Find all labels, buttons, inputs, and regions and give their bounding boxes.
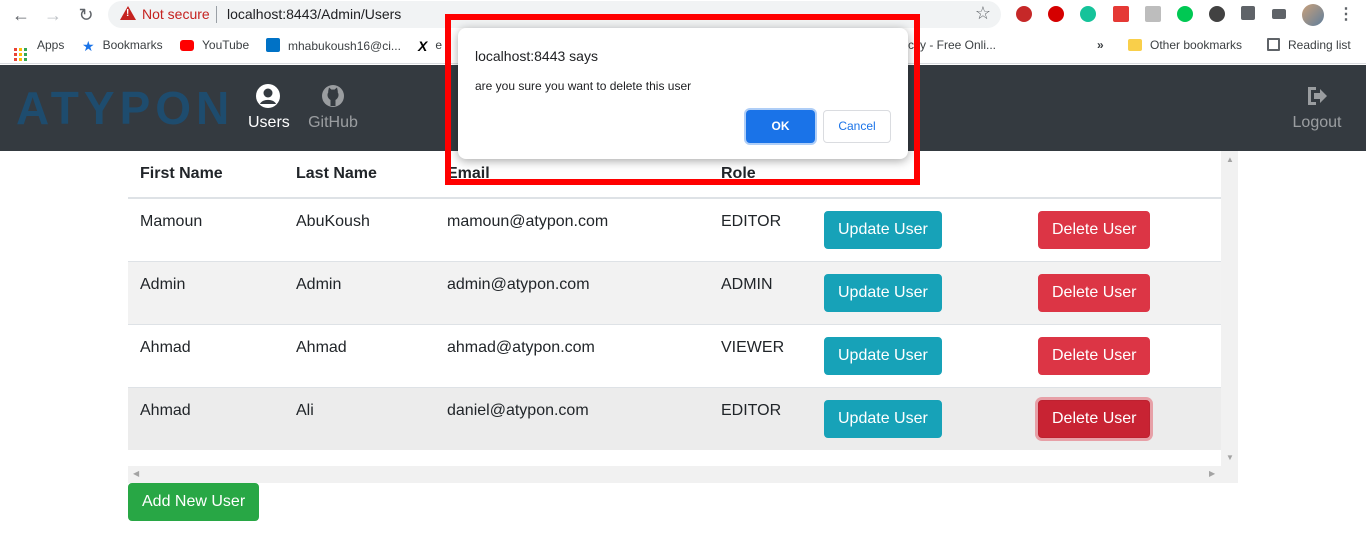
- cell-first-name: Ahmad: [128, 386, 284, 450]
- cell-last-name: Ali: [284, 386, 435, 450]
- reading-list-icon: [1267, 38, 1280, 51]
- delete-user-button[interactable]: Delete User: [1038, 211, 1151, 249]
- cell-first-name: Ahmad: [128, 323, 284, 387]
- header-last-name: Last Name: [284, 151, 435, 199]
- extension-2-icon[interactable]: [1048, 6, 1064, 22]
- nav-github[interactable]: GitHub: [306, 83, 360, 133]
- delete-user-button[interactable]: Delete User: [1038, 273, 1151, 312]
- omnibox-divider: [216, 6, 217, 23]
- back-arrow-icon[interactable]: ←: [10, 4, 32, 26]
- nav-logout[interactable]: Logout: [1288, 83, 1346, 133]
- bookmark-label: mhabukoush16@ci...: [288, 39, 401, 53]
- forward-arrow-icon[interactable]: →: [42, 4, 64, 26]
- scroll-left-arrow-icon[interactable]: ◀: [133, 469, 139, 478]
- bookmark-label: e: [435, 38, 443, 52]
- extension-1-icon[interactable]: [1016, 6, 1032, 22]
- folder-icon: [1128, 39, 1142, 51]
- logout-icon: [1308, 87, 1327, 105]
- header-first-name: First Name: [128, 151, 284, 199]
- cell-last-name: Ahmad: [284, 323, 435, 387]
- github-icon: [322, 85, 344, 107]
- cell-email: admin@atypon.com: [435, 260, 709, 324]
- extensions-puzzle-icon[interactable]: [1241, 6, 1255, 20]
- table-row: Admin Admin admin@atypon.com ADMIN Updat…: [128, 260, 1221, 324]
- update-user-button[interactable]: Update User: [824, 399, 942, 438]
- atypon-logo[interactable]: ATYPON: [16, 84, 234, 132]
- bookmark-reading-list[interactable]: Reading list: [1267, 38, 1351, 52]
- update-user-button[interactable]: Update User: [824, 273, 942, 312]
- extension-7-icon[interactable]: [1209, 6, 1225, 22]
- security-label: Not secure: [142, 6, 210, 22]
- extension-4-icon[interactable]: [1113, 6, 1129, 22]
- media-control-icon[interactable]: [1272, 9, 1286, 19]
- nav-users[interactable]: Users: [248, 83, 290, 133]
- x-icon: X: [418, 38, 428, 54]
- scroll-right-arrow-icon[interactable]: ▶: [1209, 469, 1215, 478]
- bookmark-other[interactable]: Other bookmarks: [1128, 38, 1242, 52]
- cell-last-name: AbuKoush: [284, 197, 435, 261]
- bookmark-free-online[interactable]: city - Free Onli...: [908, 38, 996, 52]
- cell-first-name: Admin: [128, 260, 284, 324]
- apps-grid-icon: [14, 48, 27, 61]
- nav-github-label: GitHub: [308, 114, 358, 131]
- reload-icon[interactable]: ↻: [75, 4, 97, 26]
- vertical-scrollbar[interactable]: ▲ ▼: [1221, 151, 1238, 466]
- delete-user-button[interactable]: Delete User: [1038, 336, 1151, 375]
- cell-last-name: Admin: [284, 260, 435, 324]
- bookmark-outlook[interactable]: mhabukoush16@ci...: [266, 38, 401, 53]
- bookmark-label: »: [1097, 38, 1104, 52]
- bookmark-youtube[interactable]: YouTube: [180, 38, 249, 52]
- delete-user-button[interactable]: Delete User: [1038, 399, 1151, 438]
- update-user-button[interactable]: Update User: [824, 211, 942, 249]
- header-delete: [1028, 151, 1221, 199]
- table-row: Ahmad Ahmad ahmad@atypon.com VIEWER Upda…: [128, 323, 1221, 387]
- bookmark-label: Reading list: [1288, 38, 1351, 52]
- outlook-icon: [266, 38, 280, 52]
- bookmark-label: city - Free Onli...: [908, 38, 997, 52]
- cell-email: mamoun@atypon.com: [435, 197, 709, 261]
- profile-avatar[interactable]: [1302, 4, 1324, 26]
- bookmark-label: Bookmarks: [102, 38, 163, 52]
- star-icon: ★: [82, 38, 95, 54]
- bookmark-label: YouTube: [202, 38, 250, 52]
- browser-menu-icon[interactable]: ⋮: [1338, 4, 1354, 24]
- cell-email: ahmad@atypon.com: [435, 323, 709, 387]
- grammarly-icon[interactable]: [1080, 6, 1096, 22]
- bookmarks-overflow-button[interactable]: »: [1097, 38, 1104, 52]
- bookmark-star-icon[interactable]: ☆: [975, 3, 991, 24]
- bookmark-x[interactable]: Xe: [418, 38, 442, 53]
- scroll-up-arrow-icon[interactable]: ▲: [1226, 155, 1234, 164]
- youtube-icon: [180, 40, 194, 51]
- cell-role: EDITOR: [709, 386, 824, 450]
- cell-role: VIEWER: [709, 323, 824, 387]
- add-new-user-button[interactable]: Add New User: [128, 483, 260, 521]
- table-row: Ahmad Ali daniel@atypon.com EDITOR Updat…: [128, 386, 1221, 450]
- horizontal-scrollbar[interactable]: ◀ ▶: [128, 466, 1238, 483]
- bookmark-apps[interactable]: Apps: [14, 38, 64, 61]
- update-user-button[interactable]: Update User: [824, 336, 942, 375]
- nav-users-label: Users: [248, 114, 290, 131]
- cell-email: daniel@atypon.com: [435, 386, 709, 450]
- cell-first-name: Mamoun: [128, 197, 284, 261]
- extension-6-icon[interactable]: [1177, 6, 1193, 22]
- bookmark-bookmarks[interactable]: ★ Bookmarks: [82, 38, 163, 53]
- bookmark-label: Other bookmarks: [1150, 38, 1243, 52]
- table-row: Mamoun AbuKoush mamoun@atypon.com EDITOR…: [128, 197, 1221, 261]
- extension-5-icon[interactable]: [1145, 6, 1161, 22]
- bookmark-label: Apps: [37, 38, 65, 52]
- nav-logout-label: Logout: [1292, 114, 1342, 131]
- url-text[interactable]: localhost:8443/Admin/Users: [227, 6, 401, 22]
- cell-role: ADMIN: [709, 260, 824, 324]
- scroll-down-arrow-icon[interactable]: ▼: [1226, 453, 1234, 462]
- users-table: First Name Last Name Email Role Mamoun A…: [128, 151, 1221, 450]
- highlight-annotation-box: [445, 14, 920, 185]
- warning-icon: [120, 6, 136, 20]
- cell-role: EDITOR: [709, 197, 824, 261]
- users-table-container: First Name Last Name Email Role Mamoun A…: [128, 151, 1238, 483]
- user-circle-icon: [256, 84, 280, 108]
